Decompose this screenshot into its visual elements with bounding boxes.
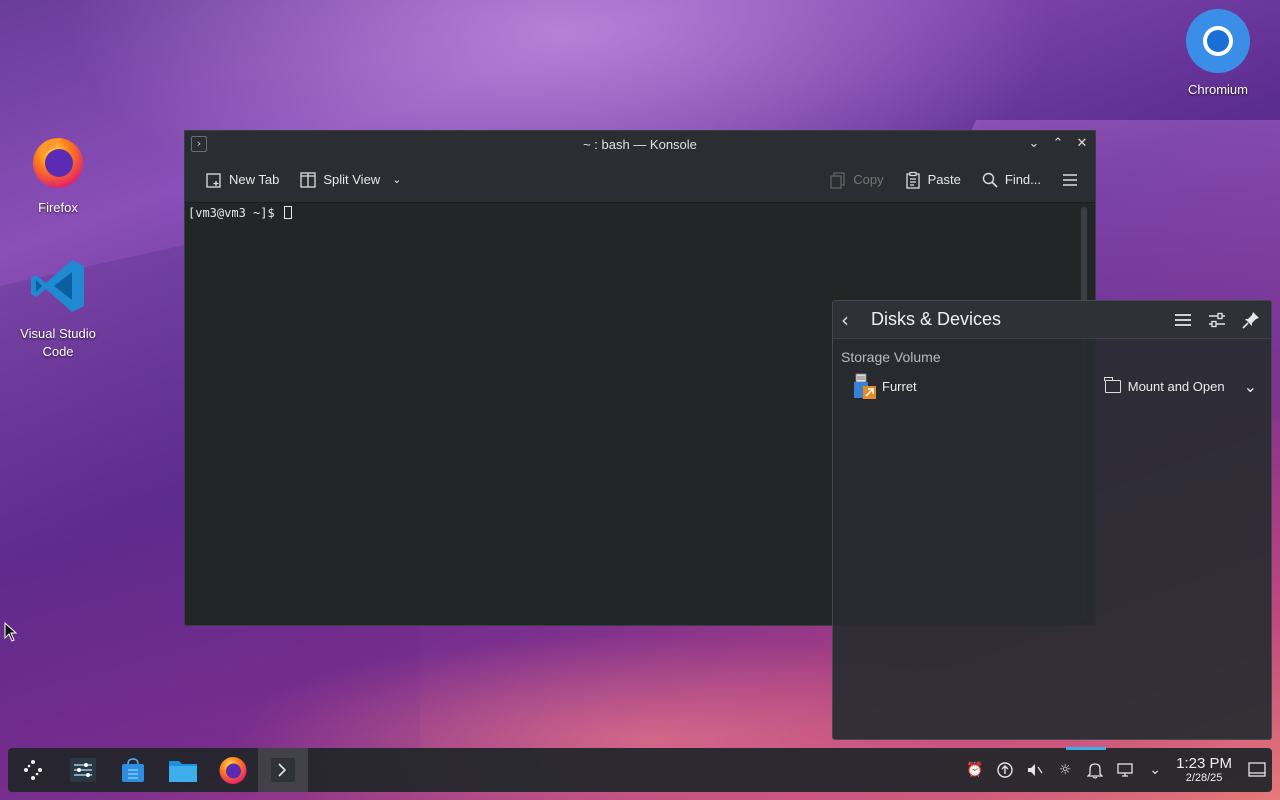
notifications-bell-icon[interactable]	[1080, 748, 1110, 792]
popup-title: Disks & Devices	[871, 309, 1002, 329]
folder-icon	[169, 761, 197, 782]
hamburger-menu-button[interactable]	[1055, 167, 1085, 193]
desktop-icon-label: Firefox	[38, 200, 78, 215]
find-button[interactable]: Find...	[975, 167, 1047, 193]
firefox-icon	[219, 757, 247, 784]
split-view-button[interactable]: Split View ⌄	[293, 167, 407, 193]
mount-and-open-label: Mount and Open	[1127, 378, 1225, 394]
firefox-icon	[33, 138, 83, 188]
digital-clock[interactable]: 1:23 PM 2/28/25	[1176, 755, 1232, 785]
terminal-icon	[271, 758, 295, 782]
pin-icon[interactable]	[1239, 308, 1263, 332]
vscode-icon	[31, 260, 84, 312]
taskbar-system-settings[interactable]	[58, 748, 108, 792]
window-titlebar[interactable]: › ~ : bash — Konsole ⌄ ⌃ ✕	[185, 131, 1095, 157]
system-tray: ⏰ ☼ ⌄ 1:23 PM 2/28/25	[960, 748, 1272, 792]
folder-icon	[1104, 376, 1121, 393]
desktop-icon-label: Chromium	[1188, 82, 1248, 97]
taskbar: ⏰ ☼ ⌄ 1:23 PM 2/28/25	[8, 747, 1272, 792]
mount-and-open-button[interactable]: Mount and Open ⌄	[1104, 376, 1257, 396]
split-view-label: Split View	[323, 172, 381, 187]
configure-icon[interactable]	[1205, 308, 1229, 332]
kde-launcher-icon	[24, 760, 42, 780]
terminal-cursor	[283, 206, 292, 219]
chevron-down-icon[interactable]: ⌄	[1244, 377, 1257, 396]
device-name: Furret	[882, 378, 917, 394]
device-row[interactable]: Furret Mount and Open ⌄	[833, 369, 1271, 403]
paste-button[interactable]: Paste	[898, 167, 967, 193]
paste-icon	[905, 171, 920, 189]
copy-label: Copy	[853, 172, 884, 187]
new-tab-label: New Tab	[229, 172, 280, 187]
konsole-toolbar: New Tab Split View ⌄ Copy Paste Find...	[185, 157, 1095, 203]
chevron-down-icon[interactable]: ⌄	[392, 173, 401, 186]
search-icon	[982, 172, 998, 188]
copy-button[interactable]: Copy	[823, 167, 889, 193]
clock-date: 2/28/25	[1185, 772, 1223, 784]
chromium-icon	[1186, 9, 1250, 73]
desktop-icon-chromium[interactable]: Chromium	[1170, 8, 1266, 99]
maximize-icon[interactable]: ⌃	[1049, 135, 1067, 153]
chevron-up-icon[interactable]: ⌄	[1140, 748, 1170, 792]
taskbar-firefox[interactable]	[208, 748, 258, 792]
store-bag-icon	[122, 758, 144, 782]
window-menu-icon[interactable]: ›	[191, 136, 207, 152]
copy-icon	[830, 171, 845, 189]
popup-header: ‹ Disks & Devices	[833, 301, 1271, 339]
desktop-icon-label: Visual Studio Code	[20, 326, 96, 359]
disks-devices-popup: ‹ Disks & Devices Storage Volume Furret …	[832, 300, 1272, 740]
show-desktop-icon[interactable]	[1242, 748, 1272, 792]
alarm-clock-icon[interactable]: ⏰	[960, 748, 990, 792]
taskbar-konsole[interactable]	[258, 748, 308, 792]
minimize-icon[interactable]: ⌄	[1025, 135, 1043, 153]
back-arrow-icon[interactable]: ‹	[841, 308, 863, 332]
network-icon[interactable]	[1110, 748, 1140, 792]
window-title: ~ : bash — Konsole	[583, 136, 697, 152]
close-icon[interactable]: ✕	[1073, 135, 1091, 153]
volume-muted-icon[interactable]	[1020, 748, 1050, 792]
hamburger-menu-icon	[1063, 173, 1077, 186]
mouse-pointer-icon	[4, 622, 18, 642]
new-tab-button[interactable]: New Tab	[199, 167, 285, 193]
usb-drive-icon	[854, 373, 876, 399]
split-view-icon	[300, 171, 316, 188]
taskbar-discover[interactable]	[108, 748, 158, 792]
find-label: Find...	[1004, 172, 1041, 187]
desktop-icon-firefox[interactable]: Firefox	[10, 130, 106, 217]
settings-sliders-icon	[70, 758, 96, 782]
terminal-prompt: [vm3@vm3 ~]$	[188, 206, 275, 220]
taskbar-file-manager[interactable]	[158, 748, 208, 792]
desktop-icon-vscode[interactable]: Visual Studio Code	[10, 256, 106, 361]
paste-label: Paste	[927, 172, 961, 187]
brightness-icon[interactable]: ☼	[1050, 748, 1080, 792]
update-notifier-icon[interactable]	[990, 748, 1020, 792]
new-tab-icon	[206, 172, 221, 188]
section-title: Storage Volume	[841, 349, 941, 365]
hamburger-menu-icon[interactable]	[1171, 308, 1195, 332]
application-launcher-button[interactable]	[8, 748, 58, 792]
clock-time: 1:23 PM	[1176, 755, 1232, 772]
